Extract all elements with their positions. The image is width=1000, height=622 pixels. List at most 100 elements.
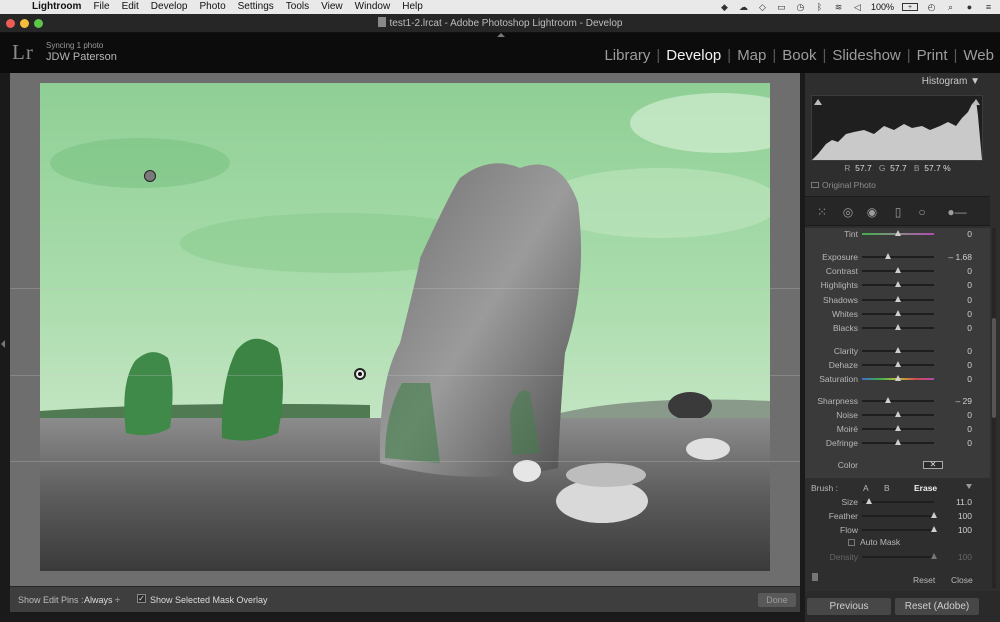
slider-thumb[interactable] bbox=[866, 498, 873, 504]
time-machine-icon[interactable]: ◷ bbox=[795, 2, 806, 12]
shadow-clipping-indicator[interactable] bbox=[814, 99, 822, 105]
wifi-icon[interactable]: ≋ bbox=[833, 2, 844, 12]
adj-row-clarity[interactable]: Clarity 0 bbox=[805, 345, 990, 357]
module-library[interactable]: Library bbox=[598, 47, 656, 64]
fullscreen-window-button[interactable] bbox=[34, 19, 43, 28]
spotlight-search-icon[interactable]: ⌕ bbox=[945, 2, 956, 12]
adj-row-defringe[interactable]: Defringe 0 bbox=[805, 437, 990, 449]
show-edit-pins-select[interactable]: Always ÷ bbox=[84, 595, 120, 605]
menu-window[interactable]: Window bbox=[349, 0, 397, 14]
module-web[interactable]: Web bbox=[957, 47, 1000, 64]
edit-pin[interactable] bbox=[144, 170, 156, 182]
location-icon[interactable]: ◆ bbox=[719, 2, 730, 12]
show-mask-overlay-label[interactable]: Show Selected Mask Overlay bbox=[150, 595, 268, 605]
adj-row-exposure[interactable]: Exposure – 1.68 bbox=[805, 251, 990, 263]
module-develop[interactable]: Develop bbox=[660, 47, 727, 64]
close-window-button[interactable] bbox=[6, 19, 15, 28]
spot-removal-tool-icon[interactable]: ◉ bbox=[863, 204, 881, 220]
module-slideshow[interactable]: Slideshow bbox=[826, 47, 906, 64]
grid-tool-icon[interactable]: ⁙ bbox=[813, 204, 831, 220]
minimize-window-button[interactable] bbox=[20, 19, 29, 28]
crop-tool-icon[interactable]: ◎ bbox=[839, 204, 857, 220]
brush-feather-row[interactable]: Feather 100 bbox=[805, 510, 990, 522]
histogram-collapse-icon[interactable]: ▼ bbox=[970, 76, 980, 87]
module-map[interactable]: Map bbox=[731, 47, 772, 64]
menu-tools[interactable]: Tools bbox=[280, 0, 315, 14]
slider-thumb[interactable] bbox=[895, 230, 901, 236]
graduated-filter-tool-icon[interactable]: ▯ bbox=[889, 204, 907, 220]
menu-app-name[interactable]: Lightroom bbox=[26, 0, 87, 14]
menu-help[interactable]: Help bbox=[396, 0, 429, 14]
slider-thumb[interactable] bbox=[895, 310, 901, 316]
slider-thumb[interactable] bbox=[895, 347, 901, 353]
highlight-clipping-indicator[interactable] bbox=[972, 99, 980, 105]
brush-tab-erase[interactable]: Erase bbox=[914, 483, 937, 493]
slider-thumb[interactable] bbox=[895, 439, 901, 445]
brush-close-button[interactable]: Close bbox=[951, 575, 973, 585]
slider-thumb[interactable] bbox=[884, 397, 891, 403]
edit-pin-selected[interactable] bbox=[354, 368, 366, 380]
menu-edit[interactable]: Edit bbox=[116, 0, 145, 14]
slider-thumb[interactable] bbox=[931, 526, 937, 532]
reset-adobe-button[interactable]: Reset (Adobe) bbox=[895, 598, 979, 615]
module-book[interactable]: Book bbox=[776, 47, 822, 64]
notification-center-icon[interactable]: ≡ bbox=[983, 2, 994, 12]
photo-preview[interactable] bbox=[40, 83, 770, 571]
slider-thumb[interactable] bbox=[931, 553, 937, 559]
adj-row-highlights[interactable]: Highlights 0 bbox=[805, 279, 990, 291]
adj-row-saturation[interactable]: Saturation 0 bbox=[805, 373, 990, 385]
brush-density-row[interactable]: Density 100 bbox=[805, 551, 990, 563]
previous-button[interactable]: Previous bbox=[807, 598, 891, 615]
brush-tab-a[interactable]: A bbox=[863, 483, 869, 493]
adj-row-noise[interactable]: Noise 0 bbox=[805, 409, 990, 421]
right-panel-scrollbar[interactable] bbox=[992, 228, 996, 588]
original-photo-toggle[interactable]: Original Photo bbox=[811, 180, 876, 190]
brush-size-row[interactable]: Size 11.0 bbox=[805, 496, 990, 508]
bluetooth-icon[interactable]: ᛒ bbox=[814, 2, 825, 12]
slider-thumb[interactable] bbox=[931, 512, 937, 518]
clock-icon[interactable]: ◴ bbox=[926, 2, 937, 12]
image-canvas[interactable] bbox=[10, 73, 800, 586]
slider-thumb[interactable] bbox=[895, 425, 901, 431]
slider-thumb[interactable] bbox=[895, 281, 901, 287]
creative-cloud-icon[interactable]: ☁ bbox=[738, 2, 749, 12]
menu-file[interactable]: File bbox=[87, 0, 115, 14]
brush-reset-button[interactable]: Reset bbox=[913, 575, 935, 585]
app-status-icon[interactable]: ▭ bbox=[776, 2, 787, 12]
battery-icon[interactable]: + bbox=[902, 3, 918, 11]
radial-filter-tool-icon[interactable]: ○ bbox=[913, 204, 931, 220]
slider-thumb[interactable] bbox=[895, 324, 901, 330]
siri-icon[interactable]: ● bbox=[964, 2, 975, 12]
adj-row-sharpness[interactable]: Sharpness – 29 bbox=[805, 395, 990, 407]
color-swatch[interactable]: ✕ bbox=[923, 461, 943, 469]
adj-row-color[interactable]: Color ✕ bbox=[805, 459, 990, 471]
left-panel-expand-icon[interactable] bbox=[1, 340, 5, 348]
sync-status[interactable]: Syncing 1 photo bbox=[46, 41, 103, 50]
menu-view[interactable]: View bbox=[315, 0, 349, 14]
panel-pin-icon[interactable] bbox=[812, 573, 818, 581]
adjustment-brush-tool-icon[interactable]: ●— bbox=[939, 204, 975, 220]
adj-row-moire[interactable]: Moiré 0 bbox=[805, 423, 990, 435]
slider-thumb[interactable] bbox=[895, 411, 901, 417]
adj-row-tint[interactable]: Tint 0 bbox=[805, 228, 990, 240]
battery-percent[interactable]: 100% bbox=[871, 2, 894, 12]
slider-thumb[interactable] bbox=[895, 375, 901, 381]
auto-mask-checkbox[interactable]: Auto Mask bbox=[848, 537, 900, 547]
menu-photo[interactable]: Photo bbox=[194, 0, 232, 14]
volume-icon[interactable]: ◁ bbox=[852, 2, 863, 12]
dropbox-icon[interactable]: ◇ bbox=[757, 2, 768, 12]
slider-thumb[interactable] bbox=[895, 361, 901, 367]
adj-row-whites[interactable]: Whites 0 bbox=[805, 308, 990, 320]
top-panel-collapse-icon[interactable] bbox=[497, 33, 505, 37]
brush-collapse-icon[interactable] bbox=[966, 484, 972, 489]
menu-settings[interactable]: Settings bbox=[232, 0, 280, 14]
histogram-header[interactable]: Histogram ▼ bbox=[805, 73, 990, 90]
adj-row-dehaze[interactable]: Dehaze 0 bbox=[805, 359, 990, 371]
module-print[interactable]: Print bbox=[911, 47, 954, 64]
slider-thumb[interactable] bbox=[884, 253, 891, 259]
brush-flow-row[interactable]: Flow 100 bbox=[805, 524, 990, 536]
scrollbar-thumb[interactable] bbox=[992, 318, 996, 418]
menu-develop[interactable]: Develop bbox=[145, 0, 194, 14]
slider-thumb[interactable] bbox=[895, 296, 901, 302]
histogram-graph[interactable] bbox=[811, 95, 983, 161]
